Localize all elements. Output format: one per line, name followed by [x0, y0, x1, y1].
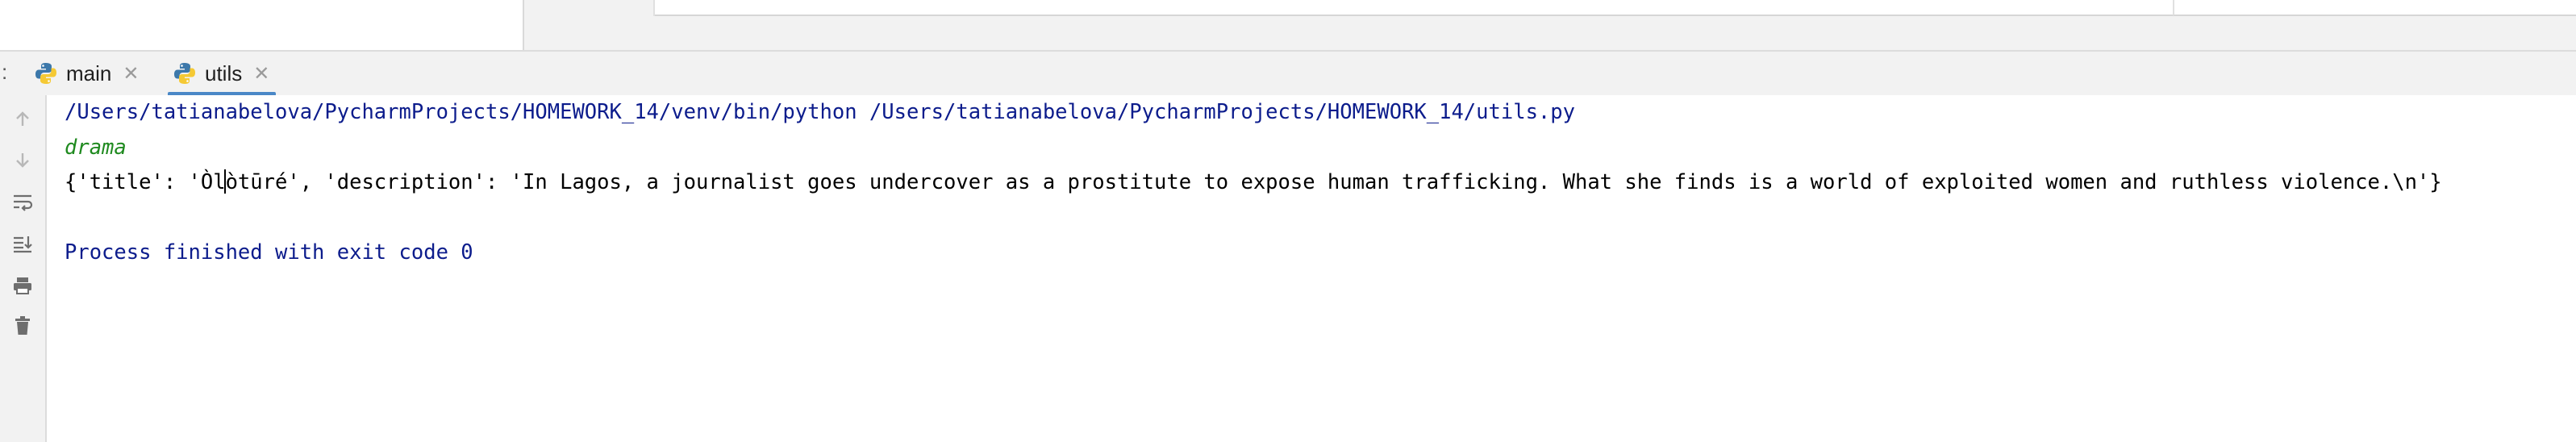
- python-file-icon: [173, 61, 197, 85]
- tab-main[interactable]: main ✕: [34, 52, 139, 95]
- console-output-genre: drama: [65, 136, 127, 160]
- editor-bottom-band: [524, 16, 2576, 50]
- project-pane-remnant: [0, 0, 524, 50]
- trash-icon[interactable]: [10, 313, 35, 339]
- console-output-dict: {'title': 'Òlòtūré', 'description': 'In …: [65, 170, 2442, 194]
- editor-area[interactable]: [655, 0, 2173, 16]
- up-arrow-icon[interactable]: [10, 106, 35, 132]
- tab-bar-prefix: :: [2, 60, 8, 84]
- text-caret: [224, 169, 226, 194]
- console-exit-message: Process finished with exit code 0: [65, 240, 473, 265]
- tab-main-label: main: [66, 60, 112, 85]
- editor-right-pane: [2173, 0, 2576, 16]
- print-icon[interactable]: [10, 273, 35, 298]
- editor-top-strip: [0, 0, 2576, 50]
- editor-gutter: [524, 0, 655, 18]
- run-console[interactable]: /Users/tatianabelova/PycharmProjects/HOM…: [47, 95, 2576, 442]
- console-toolbar: [0, 95, 47, 442]
- close-icon[interactable]: ✕: [253, 62, 269, 85]
- down-arrow-icon[interactable]: [10, 147, 35, 173]
- soft-wrap-icon[interactable]: [10, 189, 35, 215]
- tab-utils-label: utils: [205, 60, 243, 85]
- tab-utils[interactable]: utils ✕: [168, 52, 277, 97]
- python-file-icon: [34, 61, 58, 85]
- console-command-line: /Users/tatianabelova/PycharmProjects/HOM…: [65, 100, 1575, 124]
- close-icon[interactable]: ✕: [123, 62, 139, 85]
- run-tab-bar: : main ✕ utils ✕: [0, 50, 2576, 97]
- scroll-to-end-icon[interactable]: [10, 231, 35, 256]
